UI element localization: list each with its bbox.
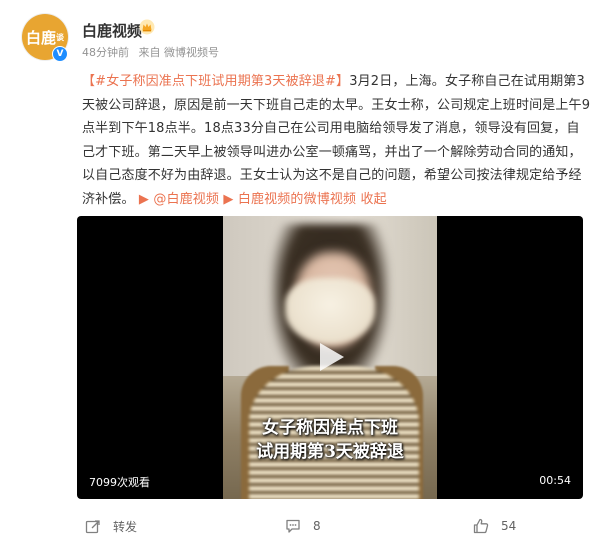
video-duration: 00:54 [539, 474, 571, 487]
post-text: 【#女子称因准点下班试用期第3天被辞退#】3月2日，上海。女子称自己在试用期第3… [82, 70, 592, 211]
video-caption-line1: 女子称因准点下班 [262, 418, 398, 438]
comment-button[interactable]: 8 [285, 518, 321, 534]
weibo-video-link[interactable]: 白鹿视频的微博视频 [238, 192, 356, 207]
video-views: 7099次观看 [89, 476, 150, 489]
video-caption: 女子称因准点下班 试用期第3天被辞退 [223, 416, 437, 464]
repost-button[interactable]: 转发 [85, 518, 137, 535]
comment-icon [286, 519, 300, 533]
topic-link[interactable]: 【#女子称因准点下班试用期第3天被辞退#】 [82, 74, 349, 89]
video-person-mask [285, 278, 375, 344]
thumbs-up-icon [473, 518, 489, 534]
comment-count: 8 [313, 519, 321, 533]
post-body: 3月2日，上海。女子称自己在试用期第3天被公司辞退，原因是前一天下班自己走的太早… [82, 74, 591, 207]
play-icon[interactable] [316, 341, 346, 373]
collapse-link[interactable]: 收起 [360, 192, 386, 207]
repost-icon [85, 519, 100, 533]
post-time[interactable]: 48分钟前 [82, 46, 129, 59]
author-name[interactable]: 白鹿视频 [82, 20, 142, 41]
repost-label: 转发 [113, 520, 138, 534]
avatar-text: 白鹿 [25, 28, 56, 47]
weibo-post-card: 白鹿谈 V 白鹿视频 48分钟前 来自 微博视频号 【#女子称因准点下班试用期第… [0, 0, 600, 544]
video-link-icon: ▶ [134, 191, 154, 207]
crown-icon[interactable] [139, 19, 155, 35]
verified-badge-icon: V [52, 46, 68, 62]
post-source: 来自 微博视频号 [138, 46, 220, 59]
video-link-icon-2: ▶ [219, 191, 238, 207]
avatar-sup: 谈 [56, 32, 64, 42]
like-count: 54 [501, 519, 517, 533]
action-bar: 转发 8 54 [0, 508, 600, 544]
video-player[interactable]: 女子称因准点下班 试用期第3天被辞退 7099次观看 00:54 [77, 216, 583, 499]
video-caption-line2: 试用期第3天被辞退 [256, 442, 404, 462]
post-meta: 48分钟前 来自 微博视频号 [82, 44, 225, 60]
mention-link[interactable]: @白鹿视频 [153, 192, 219, 207]
like-button[interactable]: 54 [473, 518, 516, 534]
